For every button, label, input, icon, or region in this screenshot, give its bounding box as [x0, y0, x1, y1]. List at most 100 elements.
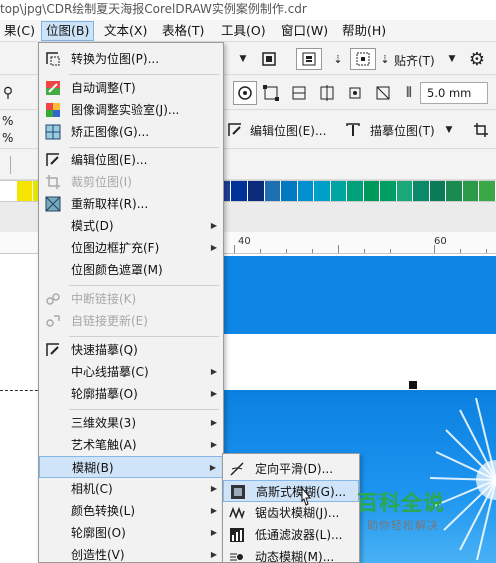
dropdown-arrow-icon[interactable]: ▼	[236, 51, 250, 67]
blue-rectangle-top[interactable]	[222, 256, 496, 334]
color-swatch[interactable]	[231, 181, 248, 201]
target-icon[interactable]	[233, 81, 257, 105]
gear-icon[interactable]: ⚙	[466, 48, 488, 70]
menu-item-resample[interactable]: 重新取样(R)...	[39, 193, 223, 215]
submenu-item-directional-smooth[interactable]: 定向平滑(D)...	[223, 458, 359, 480]
color-swatch[interactable]	[281, 181, 298, 201]
color-swatch[interactable]	[363, 181, 381, 201]
menu-item-creative[interactable]: 创造性(V) ▶	[39, 544, 223, 563]
edit-bitmap-button[interactable]: 编辑位图(E)...	[250, 122, 326, 139]
straighten-icon	[45, 124, 61, 140]
mouse-pointer-icon	[298, 486, 312, 507]
menu-item-art-strokes[interactable]: 艺术笔触(A) ▶	[39, 434, 223, 456]
color-swatch[interactable]	[462, 181, 480, 201]
submenu-arrow-icon: ▶	[210, 550, 217, 559]
menu-item-straighten-image[interactable]: 矫正图像(G)...	[39, 121, 223, 143]
watermark-subtitle: 助你轻松解决	[367, 519, 439, 532]
submenu-arrow-icon: ▶	[209, 463, 216, 472]
gaussian-blur-icon	[230, 484, 246, 500]
submenu-item-motion-blur[interactable]: 动态模糊(M)...	[223, 546, 359, 563]
submenu-item-jaggy-blur[interactable]: 锯齿状模糊(J)...	[223, 502, 359, 524]
color-swatch[interactable]	[264, 181, 282, 201]
color-swatch[interactable]	[347, 181, 364, 201]
trace-bitmap-button[interactable]: 描摹位图(T)	[370, 122, 435, 139]
menu-item-outline-trace[interactable]: 轮廓描摹(O) ▶	[39, 383, 223, 405]
menu-item-break-link: 中断链接(K)	[39, 288, 223, 310]
snap-edges-icon[interactable]	[288, 81, 310, 105]
menu-item-bitmap-color-mask[interactable]: 位图颜色遮罩(M)	[39, 259, 223, 281]
menu-item-image-adjustment-lab[interactable]: 图像调整实验室(J)...	[39, 99, 223, 121]
snap-quadrant-icon[interactable]	[372, 81, 394, 105]
ruler-label: 60	[434, 236, 447, 247]
menu-tools[interactable]: 工具(O)	[217, 21, 270, 41]
ruler-label: 40	[238, 236, 251, 247]
menu-bar: 果(C) 位图(B) 文本(X) 表格(T) 工具(O) 窗口(W) 帮助(H)	[0, 20, 496, 42]
submenu-item-low-pass-filter[interactable]: 低通滤波器(L)...	[223, 524, 359, 546]
snap-midpoint-icon[interactable]	[344, 81, 366, 105]
color-swatch[interactable]	[380, 181, 397, 201]
menu-item-edit-bitmap[interactable]: 编辑位图(E)...	[39, 149, 223, 171]
outline-pen-icon[interactable]: ⦀	[400, 82, 418, 104]
color-swatch[interactable]	[297, 181, 315, 201]
submenu-item-gaussian-blur[interactable]: 高斯式模糊(G)...	[223, 480, 359, 502]
menu-item-centerline-trace[interactable]: 中心线描摹(C) ▶	[39, 361, 223, 383]
color-swatch[interactable]	[0, 181, 17, 201]
snap-center-icon[interactable]	[316, 81, 338, 105]
menu-bitmap[interactable]: 位图(B)	[41, 21, 95, 41]
color-swatch[interactable]	[413, 181, 430, 201]
menu-item-mode[interactable]: 模式(D) ▶	[39, 215, 223, 237]
submenu-arrow-icon: ▶	[210, 243, 217, 252]
ruler-tick	[460, 249, 461, 253]
percent-symbol: %	[2, 114, 14, 128]
color-swatch[interactable]	[479, 181, 496, 201]
ruler-tick	[390, 249, 391, 253]
trace-bitmap-icon[interactable]	[344, 120, 362, 140]
trace-dropdown-icon[interactable]: ▼	[443, 123, 455, 137]
menu-text[interactable]: 文本(X)	[100, 21, 151, 41]
page-view-icon[interactable]	[296, 48, 322, 70]
menu-item-auto-adjust[interactable]: 自动调整(T)	[39, 77, 223, 99]
snap-nodes-icon[interactable]	[260, 81, 282, 105]
menu-separator	[69, 147, 219, 148]
color-swatch[interactable]	[314, 181, 331, 201]
color-swatch[interactable]	[247, 181, 265, 201]
ruler-tick	[312, 249, 313, 253]
color-swatch[interactable]	[396, 181, 414, 201]
search-icon[interactable]: ⚲	[0, 83, 16, 103]
ruler-tick	[234, 245, 235, 253]
menu-item-3d-effects[interactable]: 三维效果(3) ▶	[39, 412, 223, 434]
menu-window[interactable]: 窗口(W)	[277, 21, 332, 41]
menu-item-contour[interactable]: 轮廓图(O) ▶	[39, 522, 223, 544]
color-swatch[interactable]	[446, 181, 463, 201]
menu-item-convert-to-bitmap[interactable]: 转换为位图(P)...	[39, 48, 223, 70]
menu-table[interactable]: 表格(T)	[158, 21, 208, 41]
crop-icon[interactable]	[472, 120, 490, 140]
menu-effects[interactable]: 果(C)	[0, 21, 39, 41]
menu-item-quick-trace[interactable]: 快速描摹(Q)	[39, 339, 223, 361]
convert-bitmap-icon	[45, 51, 61, 67]
break-link-icon	[45, 291, 61, 307]
ruler-tick	[338, 245, 339, 253]
edit-bitmap-icon[interactable]	[226, 120, 244, 140]
menu-help[interactable]: 帮助(H)	[338, 21, 390, 41]
ruler-tick	[260, 249, 261, 253]
grid-view-icon[interactable]	[350, 48, 376, 70]
snap-dropdown-icon[interactable]: ▼	[446, 51, 458, 67]
outline-width-field[interactable]: 5.0 mm	[420, 82, 488, 104]
selection-handle[interactable]	[409, 381, 417, 389]
snap-to-label[interactable]: 贴齐(T)	[394, 52, 435, 69]
menu-separator	[69, 285, 219, 286]
guidelines-icon[interactable]: ⇣	[378, 48, 392, 70]
edit-bitmap-icon	[45, 152, 61, 168]
color-swatch[interactable]	[429, 181, 447, 201]
menu-item-bitmap-border-expand[interactable]: 位图边框扩充(F) ▶	[39, 237, 223, 259]
menu-item-color-transform[interactable]: 颜色转换(L) ▶	[39, 500, 223, 522]
menu-item-camera[interactable]: 相机(C) ▶	[39, 478, 223, 500]
crop-bitmap-icon	[45, 174, 61, 190]
fit-page-icon[interactable]	[259, 49, 279, 69]
menu-item-blur[interactable]: 模糊(B) ▶	[39, 456, 223, 478]
color-swatch[interactable]	[330, 181, 348, 201]
color-swatch[interactable]	[16, 181, 34, 201]
motion-blur-icon	[229, 549, 245, 563]
show-rulers-icon[interactable]: ⇣	[328, 48, 348, 70]
